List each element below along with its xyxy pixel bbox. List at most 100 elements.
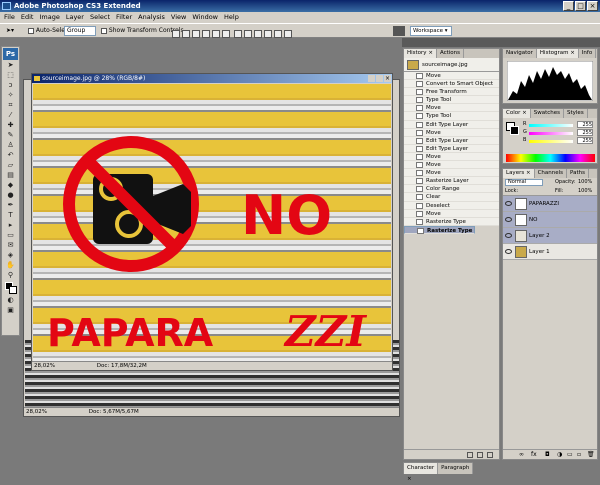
- tab-history[interactable]: History ×: [404, 49, 437, 58]
- marquee-tool-icon[interactable]: ⬚: [3, 71, 18, 80]
- trash-icon[interactable]: [487, 452, 493, 458]
- canvas[interactable]: NO PAPARA ZZI: [33, 84, 391, 361]
- tab-swatches[interactable]: Swatches: [531, 109, 564, 118]
- tab-paths[interactable]: Paths: [567, 169, 589, 178]
- distribute-hcenter-icon[interactable]: [273, 29, 282, 38]
- menu-help[interactable]: Help: [224, 12, 239, 23]
- close-button[interactable]: ×: [587, 1, 598, 11]
- type-tool-icon[interactable]: T: [3, 211, 18, 220]
- slider-b[interactable]: B 255: [523, 137, 597, 145]
- eyedropper-icon[interactable]: ⁄: [3, 111, 18, 120]
- bg-color-swatch[interactable]: [510, 126, 519, 135]
- g-value[interactable]: 255: [577, 129, 593, 136]
- history-item[interactable]: Move: [404, 161, 499, 170]
- history-brush-icon[interactable]: ↶: [3, 151, 18, 160]
- menu-window[interactable]: Window: [192, 12, 218, 23]
- menu-select[interactable]: Select: [90, 12, 110, 23]
- menu-image[interactable]: Image: [39, 12, 59, 23]
- new-group-icon[interactable]: ▭: [567, 450, 573, 460]
- maximize-button[interactable]: □: [575, 1, 586, 11]
- slider-r[interactable]: R 255: [523, 121, 597, 129]
- delete-layer-icon[interactable]: 🗑: [587, 450, 595, 460]
- distribute-right-icon[interactable]: [283, 29, 292, 38]
- color-swatches[interactable]: [3, 281, 18, 295]
- history-item[interactable]: Move: [404, 128, 499, 137]
- visibility-eye-icon[interactable]: [505, 233, 512, 238]
- tab-navigator[interactable]: Navigator: [503, 49, 537, 58]
- align-left-icon[interactable]: [202, 29, 210, 38]
- history-item[interactable]: Edit Type Layer: [404, 136, 499, 145]
- tab-info[interactable]: Info: [579, 49, 597, 58]
- blend-mode-dropdown[interactable]: Normal: [505, 179, 543, 186]
- history-item[interactable]: Move: [404, 169, 499, 178]
- brush-tool-icon[interactable]: ✎: [3, 131, 18, 140]
- zoom-value[interactable]: 28,02%: [26, 409, 47, 415]
- layer-row[interactable]: PAPARAZZI: [503, 196, 597, 212]
- distribute-left-icon[interactable]: [263, 29, 272, 38]
- snapshot-icon[interactable]: [477, 452, 483, 458]
- link-layers-icon[interactable]: ∞: [519, 450, 524, 460]
- history-item[interactable]: Free Transform: [404, 88, 499, 97]
- gradient-tool-icon[interactable]: ▤: [3, 171, 18, 180]
- shape-tool-icon[interactable]: ▭: [3, 231, 18, 240]
- tab-character[interactable]: Character ×: [404, 463, 439, 482]
- history-item[interactable]: Clear: [404, 193, 499, 202]
- menu-edit[interactable]: Edit: [21, 12, 34, 23]
- layer-row[interactable]: NO: [503, 212, 597, 228]
- history-snapshot[interactable]: sourceimage.jpg: [404, 58, 499, 72]
- show-transform-checkbox[interactable]: [101, 27, 107, 34]
- tab-histogram[interactable]: Histogram ×: [536, 49, 579, 58]
- history-item[interactable]: Rasterize Type: [404, 225, 476, 234]
- workspace-dropdown[interactable]: Workspace ▾: [410, 26, 452, 36]
- layer-row[interactable]: Layer 2: [503, 228, 597, 244]
- history-item[interactable]: Type Tool: [404, 96, 499, 105]
- history-item[interactable]: Move: [404, 104, 499, 113]
- history-item[interactable]: Edit Type Layer: [404, 120, 499, 129]
- menu-file[interactable]: File: [4, 12, 15, 23]
- blur-tool-icon[interactable]: ◆: [3, 181, 18, 190]
- hand-tool-icon[interactable]: ✋: [3, 261, 18, 270]
- dodge-tool-icon[interactable]: ●: [3, 191, 18, 200]
- document-maximize-icon[interactable]: [376, 75, 383, 82]
- bridge-icon[interactable]: [393, 26, 405, 36]
- history-item[interactable]: Edit Type Layer: [404, 144, 499, 153]
- new-document-icon[interactable]: [467, 452, 473, 458]
- screen-mode-icon[interactable]: ▣: [3, 306, 18, 315]
- align-right-icon[interactable]: [222, 29, 230, 38]
- auto-select-checkbox[interactable]: [28, 27, 34, 34]
- align-top-icon[interactable]: [172, 29, 180, 38]
- crop-tool-icon[interactable]: ⌗: [3, 101, 18, 110]
- history-item[interactable]: Move: [404, 152, 499, 162]
- magic-wand-icon[interactable]: ✧: [3, 91, 18, 100]
- layer-mask-icon[interactable]: ◘: [545, 450, 550, 460]
- tab-color[interactable]: Color ×: [503, 109, 531, 118]
- path-select-icon[interactable]: ▸: [3, 221, 18, 230]
- document-title-bar[interactable]: sourceimage.jpg @ 28% (RGB/8#) ×: [32, 74, 392, 83]
- lasso-tool-icon[interactable]: ↄ: [3, 81, 18, 90]
- color-spectrum-bar[interactable]: [506, 154, 595, 162]
- visibility-eye-icon[interactable]: [505, 217, 512, 222]
- history-item[interactable]: Color Range: [404, 185, 499, 194]
- menu-filter[interactable]: Filter: [116, 12, 132, 23]
- new-layer-icon[interactable]: ▫: [577, 450, 581, 460]
- b-value[interactable]: 255: [577, 137, 593, 144]
- layer-style-icon[interactable]: fx: [531, 450, 537, 460]
- notes-tool-icon[interactable]: ✉: [3, 241, 18, 250]
- r-value[interactable]: 255: [577, 121, 593, 128]
- opacity-value[interactable]: 100%: [578, 178, 592, 187]
- quick-mask-icon[interactable]: ◐: [3, 296, 18, 305]
- history-item[interactable]: Move: [404, 209, 499, 218]
- move-tool-icon[interactable]: ➤: [3, 61, 18, 70]
- align-hcenter-icon[interactable]: [212, 29, 220, 38]
- auto-select-dropdown[interactable]: Group: [64, 26, 96, 36]
- align-bottom-icon[interactable]: [192, 29, 200, 38]
- document-close-icon[interactable]: ×: [384, 75, 391, 82]
- panel-dock-header[interactable]: [402, 38, 500, 47]
- fill-value[interactable]: 100%: [578, 187, 592, 196]
- move-tool-icon[interactable]: ➤▾: [6, 24, 14, 38]
- history-item[interactable]: Move: [404, 72, 499, 81]
- tab-layers[interactable]: Layers ×: [503, 169, 535, 178]
- tab-actions[interactable]: Actions: [437, 49, 465, 58]
- distribute-vcenter-icon[interactable]: [243, 29, 252, 38]
- align-vcenter-icon[interactable]: [182, 29, 190, 38]
